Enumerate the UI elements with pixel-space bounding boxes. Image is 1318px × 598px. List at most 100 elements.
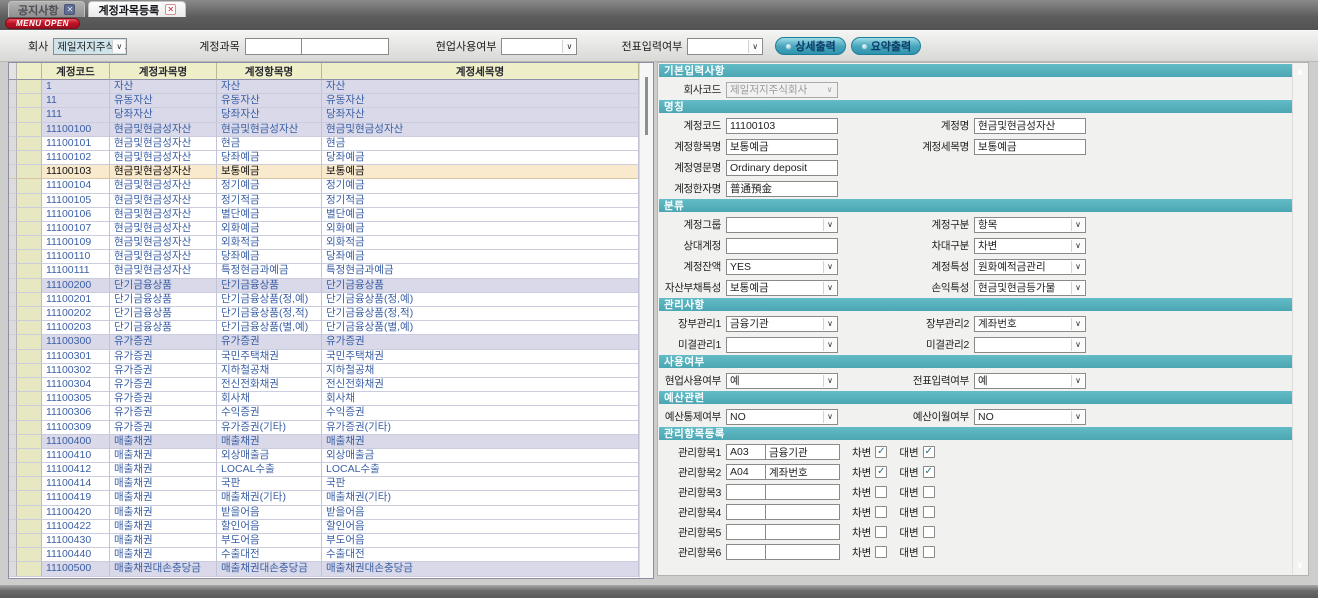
mgmt-item-3-code-code[interactable] [726,484,766,500]
grid-row-11100101[interactable]: 11100101현금및현금성자산현금현금 [9,137,639,151]
debit-credit-class-select[interactable]: 차변∨ [974,238,1086,254]
budget-control-yn-select[interactable]: NO∨ [726,409,838,425]
grid-row-11100306[interactable]: 11100306유가증권수익증권수익증권 [9,406,639,420]
asset-liability-trait-select[interactable]: 보통예금∨ [726,280,838,296]
mgmt-item-1-code-code[interactable] [726,444,766,460]
mgmt-item-3-name-name[interactable] [765,484,840,500]
book-mgmt-1-select[interactable]: 금융기관∨ [726,316,838,332]
grid-row-11100301[interactable]: 11100301유가증권국민주택채권국민주택채권 [9,350,639,364]
counter-account-input[interactable] [726,238,838,254]
summary-print-button[interactable]: 요약출력 [851,37,921,55]
slip-input-yn-select[interactable]: 예∨ [974,373,1086,389]
grid-row-11100200[interactable]: 11100200단기금융상품단기금융상품단기금융상품 [9,279,639,293]
mgmt-item-4-credit-checkbox[interactable] [923,506,935,518]
account-detail-name-input[interactable] [974,139,1086,155]
account-hanja-name-input[interactable] [726,181,838,197]
field-use-select[interactable]: ∨ [501,38,577,55]
mgmt-item-2-code-code[interactable] [726,464,766,480]
field-use-yn-select[interactable]: 예∨ [726,373,838,389]
grid-row-11100422[interactable]: 11100422매출채권할인어음할인어음 [9,520,639,534]
grid-row-11100302[interactable]: 11100302유가증권지하철공채지하철공채 [9,364,639,378]
grid-row-11100309[interactable]: 11100309유가증권유가증권(기타)유가증권(기타) [9,421,639,435]
grid-row-11100109[interactable]: 11100109현금및현금성자산외화적금외화적금 [9,236,639,250]
grid-row-11[interactable]: 11유동자산유동자산유동자산 [9,94,639,108]
account-english-name-input[interactable] [726,160,838,176]
mgmt-item-6-code-code[interactable] [726,544,766,560]
pending-mgmt-2-select[interactable]: ∨ [974,337,1086,353]
mgmt-item-6-debit-checkbox[interactable] [875,546,887,558]
grid-row-11100305[interactable]: 11100305유가증권회사채회사채 [9,392,639,406]
grid-row-11100419[interactable]: 11100419매출채권매출채권(기타)매출채권(기타) [9,491,639,505]
cell-account-subject: 매출채권 [110,548,217,562]
close-icon[interactable]: ✕ [165,4,176,15]
grid-row-11100440[interactable]: 11100440매출채권수출대전수출대전 [9,548,639,562]
mgmt-item-4-name-name[interactable] [765,504,840,520]
budget-carryover-yn-select[interactable]: NO∨ [974,409,1086,425]
mgmt-item-1-credit-checkbox[interactable] [923,446,935,458]
panel-vertical-scrollbar[interactable]: ∧ ∨ [1292,64,1307,574]
account-name-input[interactable] [301,38,389,55]
mgmt-item-5-debit-checkbox[interactable] [875,526,887,538]
chevron-down-icon[interactable]: ∨ [1293,560,1307,571]
mgmt-item-2-credit-checkbox[interactable] [923,466,935,478]
grid-row-11100412[interactable]: 11100412매출채권LOCAL수출LOCAL수출 [9,463,639,477]
company-select[interactable]: 제일저지주식회사 ∨ [53,38,127,55]
book-mgmt-2-select[interactable]: 계좌번호∨ [974,316,1086,332]
mgmt-item-1-debit-checkbox[interactable] [875,446,887,458]
account-item-name-input[interactable] [726,139,838,155]
grid-row-11100106[interactable]: 11100106현금및현금성자산별단예금별단예금 [9,208,639,222]
mgmt-item-6-credit-checkbox[interactable] [923,546,935,558]
scrollbar-thumb[interactable] [645,77,648,135]
grid-row-11100420[interactable]: 11100420매출채권받을어음받을어음 [9,506,639,520]
profit-loss-trait-select[interactable]: 현금및현금등가물∨ [974,280,1086,296]
grid-vertical-scrollbar[interactable] [639,63,653,578]
grid-row-11100202[interactable]: 11100202단기금융상품단기금융상품(정,적)단기금융상품(정,적) [9,307,639,321]
close-icon[interactable]: ✕ [64,4,75,15]
tab-account-registration[interactable]: 계정과목등록 ✕ [88,1,186,17]
grid-row-111[interactable]: 111당좌자산당좌자산당좌자산 [9,108,639,122]
account-code-input[interactable] [245,38,302,55]
mgmt-item-5-name-name[interactable] [765,524,840,540]
menu-open-button[interactable]: MENU OPEN [5,18,80,29]
grid-row-11100304[interactable]: 11100304유가증권전신전화채권전신전화채권 [9,378,639,392]
chevron-up-icon[interactable]: ∧ [1293,67,1307,78]
grid-row-11100203[interactable]: 11100203단기금융상품단기금융상품(별,예)단기금융상품(별,예) [9,321,639,335]
account-trait-select[interactable]: 원화예적금관리∨ [974,259,1086,275]
tab-notice[interactable]: 공지사항 ✕ [8,1,85,17]
grid-row-11100414[interactable]: 11100414매출채권국판국판 [9,477,639,491]
mgmt-item-3-debit-checkbox[interactable] [875,486,887,498]
grid-row-11100110[interactable]: 11100110현금및현금성자산당좌예금당좌예금 [9,250,639,264]
mgmt-item-5-code-code[interactable] [726,524,766,540]
grid-row-11100104[interactable]: 11100104현금및현금성자산정기예금정기예금 [9,179,639,193]
mgmt-item-5-credit-checkbox[interactable] [923,526,935,538]
mgmt-item-3-credit-checkbox[interactable] [923,486,935,498]
mgmt-item-2-name-name[interactable] [765,464,840,480]
grid-row-11100300[interactable]: 11100300유가증권유가증권유가증권 [9,335,639,349]
pending-mgmt-1-select[interactable]: ∨ [726,337,838,353]
grid-row-1[interactable]: 1자산자산자산 [9,80,639,94]
mgmt-item-6-name-name[interactable] [765,544,840,560]
grid-row-11100102[interactable]: 11100102현금및현금성자산당좌예금당좌예금 [9,151,639,165]
slip-input-select[interactable]: ∨ [687,38,763,55]
grid-row-11100105[interactable]: 11100105현금및현금성자산정기적금정기적금 [9,194,639,208]
detail-print-button[interactable]: 상세출력 [775,37,845,55]
grid-row-11100201[interactable]: 11100201단기금융상품단기금융상품(정,예)단기금융상품(정,예) [9,293,639,307]
cell-account-code: 111 [42,108,110,122]
grid-row-11100500[interactable]: 11100500매출채권대손충당금매출채권대손충당금매출채권대손충당금 [9,562,639,576]
account-name-input[interactable] [974,118,1086,134]
grid-row-11100107[interactable]: 11100107현금및현금성자산외화예금외화예금 [9,222,639,236]
account-class-select[interactable]: 항목∨ [974,217,1086,233]
grid-row-11100400[interactable]: 11100400매출채권매출채권매출채권 [9,435,639,449]
mgmt-item-2-debit-checkbox[interactable] [875,466,887,478]
mgmt-item-1-name-name[interactable] [765,444,840,460]
grid-row-11100410[interactable]: 11100410매출채권외상매출금외상매출금 [9,449,639,463]
grid-row-11100111[interactable]: 11100111현금및현금성자산특정현금과예금특정현금과예금 [9,264,639,278]
mgmt-item-4-code-code[interactable] [726,504,766,520]
grid-row-11100103[interactable]: 11100103현금및현금성자산보통예금보통예금 [9,165,639,179]
account-group-select[interactable]: ∨ [726,217,838,233]
account-code-input[interactable] [726,118,838,134]
grid-row-11100430[interactable]: 11100430매출채권부도어음부도어음 [9,534,639,548]
account-balance-select[interactable]: YES∨ [726,259,838,275]
grid-row-11100100[interactable]: 11100100현금및현금성자산현금및현금성자산현금및현금성자산 [9,123,639,137]
mgmt-item-4-debit-checkbox[interactable] [875,506,887,518]
